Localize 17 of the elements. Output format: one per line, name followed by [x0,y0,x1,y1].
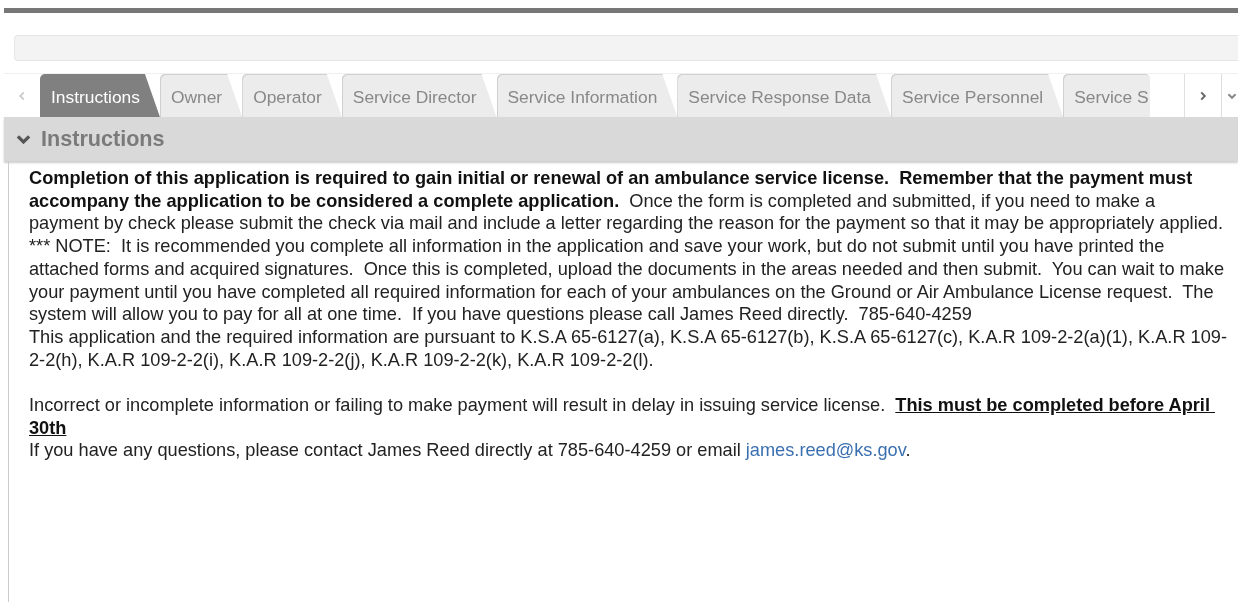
tab[interactable]: Service S [1063,74,1150,117]
tab[interactable]: Service Personnel [891,74,1064,117]
instruction-text: Incorrect or incomplete information or failing to make payment will result in delay in issuing service license. This must be completed before April 30th [29,393,1211,440]
tab-menu-button[interactable] [1221,74,1238,117]
section-header[interactable]: Instructions [4,117,1238,161]
tab[interactable]: Service Information [496,74,678,117]
instruction-text: *** NOTE: It is recommended you complete all information in the application and save your work, but do not submit until you have printed the attached forms and acquired signatures. Once this is completed, upload the documents in the areas needed and then submit. You can wait to make your payment until you have completed all required information for each of your ambulances on the Ground or Air Ambulance License request. The system will allow you to pay for all at one time. If you have questions please call James Reed directly. 785-640-4259 [29,235,1226,326]
contact-text: If you have any questions, please contact James Reed directly at 785-640-4259 or email james.reed@ks.gov. [29,439,912,463]
tab[interactable]: Service Director [341,74,497,117]
tab[interactable]: Operator [242,74,342,117]
tab[interactable]: Instructions [40,74,160,117]
tab[interactable]: Service Response Data [677,74,892,117]
tab[interactable]: Owner [159,74,243,117]
instruction-text: Completion of this application is required to gain initial or renewal of an ambulance service license. Remember that the payment must accompany the application to be considered a complete application. Once the form is completed and submitted, if you need to make a payment by check please submit the check via mail and include a letter regarding the reason for the payment so that it may be appropriately applied. [29,167,1224,236]
email-link[interactable]: james.reed@ks.gov [745,440,906,461]
instruction-text: This application and the required information are pursuant to K.S.A 65-6127(a), K.S.A 65-6127(b), K.S.A 65-6127(c), K.A.R 109-2-2(a)(1), K.A.R 109-2-2(h), K.A.R 109-2-2(i), K.A.R 109-2-2(j), K.A.R 109-2-2(k), K.A.R 109-2-2(l). [29,325,1228,372]
section-title: Instructions [41,126,165,152]
